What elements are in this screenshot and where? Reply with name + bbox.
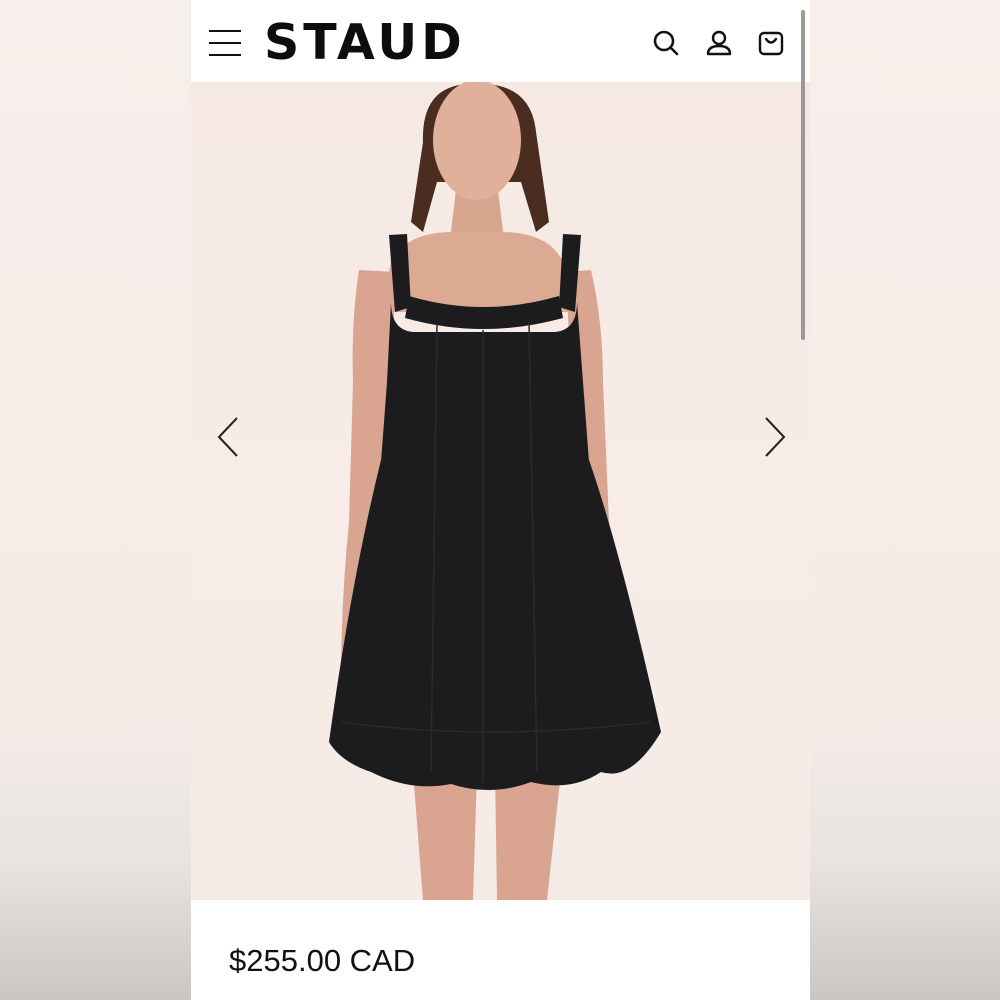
product-image-carousel[interactable]: [191, 82, 810, 900]
background-right: [809, 0, 1000, 1000]
background-left: [0, 0, 191, 1000]
chevron-left-icon[interactable]: [213, 412, 249, 462]
bag-icon[interactable]: [756, 28, 786, 58]
product-price: $255.00 CAD: [229, 943, 416, 978]
account-icon[interactable]: [704, 28, 734, 58]
mobile-viewport: STAUD $255.00 CAD: [191, 0, 810, 1000]
chevron-right-icon[interactable]: [754, 412, 790, 462]
scrollbar[interactable]: [801, 10, 805, 340]
menu-icon[interactable]: [209, 28, 241, 58]
product-info: $255.00 CAD: [191, 900, 810, 1000]
product-image: [329, 82, 661, 900]
site-header: STAUD: [191, 0, 810, 82]
brand-logo[interactable]: STAUD: [264, 12, 466, 74]
search-icon[interactable]: [651, 28, 681, 58]
